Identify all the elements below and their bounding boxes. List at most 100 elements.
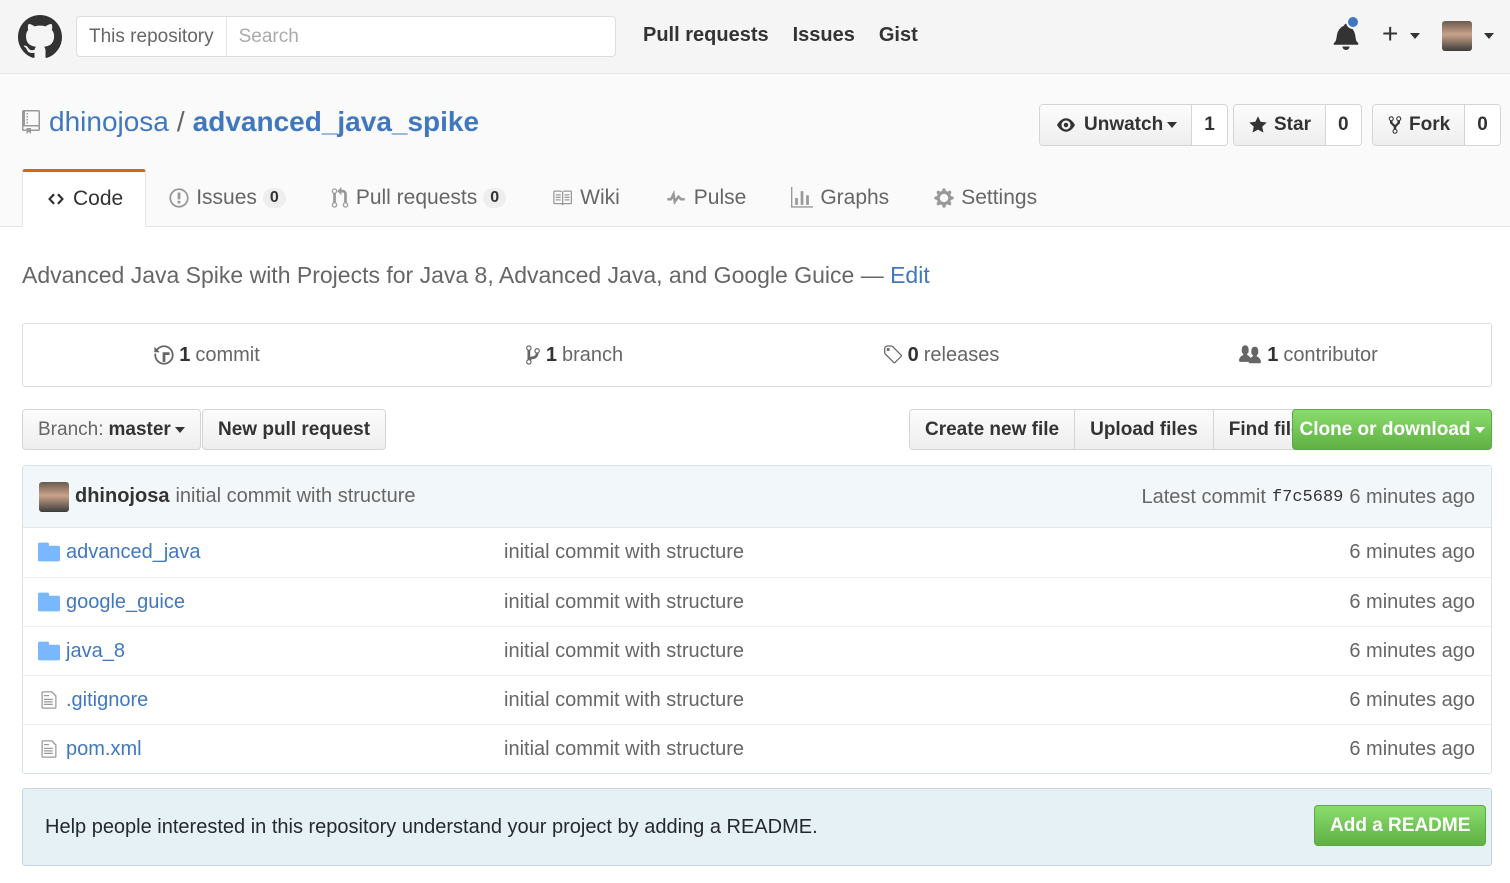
repo-owner-link[interactable]: dhinojosa [49, 106, 169, 138]
file-commit-message-link[interactable]: initial commit with structure [504, 591, 744, 614]
repo-name-link[interactable]: advanced_java_spike [193, 106, 479, 138]
branch-select-button[interactable]: Branch: master [22, 409, 201, 450]
pull-request-icon [331, 187, 349, 208]
file-age: 6 minutes ago [1349, 639, 1475, 662]
tab-pulse[interactable]: Pulse [642, 169, 769, 227]
watch-count[interactable]: 1 [1191, 105, 1227, 145]
readme-prompt-text: Help people interested in this repositor… [45, 816, 818, 838]
top-nav: Pull requests Issues Gist [643, 24, 918, 47]
folder-icon [38, 542, 60, 562]
gear-icon [934, 188, 954, 208]
file-commit-message-link[interactable]: initial commit with structure [504, 541, 744, 564]
description-dash: — [860, 262, 884, 288]
tab-label: Pulse [693, 186, 747, 209]
file-commit-message-link[interactable]: initial commit with structure [504, 689, 744, 712]
add-readme-button[interactable]: Add a README [1314, 805, 1487, 846]
history-icon [154, 345, 174, 365]
tab-issues[interactable]: Issues 0 [146, 169, 308, 227]
clone-label: Clone or download [1299, 418, 1471, 440]
commits-label: commit [195, 343, 260, 366]
chevron-down-icon[interactable] [1410, 33, 1420, 39]
pulse-icon [667, 190, 685, 205]
graph-icon [791, 187, 814, 208]
folder-icon [38, 641, 60, 661]
search-box: This repository [76, 16, 616, 57]
unwatch-button[interactable]: Unwatch [1040, 105, 1192, 145]
avatar[interactable] [39, 481, 69, 512]
nav-issues[interactable]: Issues [793, 24, 855, 47]
tab-code[interactable]: Code [22, 169, 147, 227]
unwatch-label: Unwatch [1084, 114, 1164, 135]
github-logo-icon[interactable] [18, 15, 62, 59]
file-rows: advanced_javainitial commit with structu… [23, 528, 1491, 773]
upload-files-button[interactable]: Upload files [1074, 410, 1213, 449]
tab-label: Wiki [580, 186, 620, 209]
table-row: pom.xml initial commit with structure 6 mi… [23, 724, 1491, 773]
search-input[interactable] [226, 17, 615, 56]
chevron-down-icon[interactable] [1484, 33, 1494, 39]
commit-author-link[interactable]: dhinojosa [75, 485, 169, 508]
tag-icon [883, 345, 902, 364]
file-age: 6 minutes ago [1349, 737, 1475, 760]
unread-indicator [1346, 15, 1360, 29]
file-name-link[interactable]: pom.xml [66, 738, 142, 761]
commit-age: 6 minutes ago [1349, 485, 1475, 508]
releases-label: releases [923, 343, 1000, 366]
create-new-file-button[interactable]: Create new file [910, 410, 1075, 449]
issue-opened-icon [169, 188, 189, 208]
pull-requests-count-badge: 0 [483, 188, 507, 208]
tab-label: Code [73, 187, 124, 210]
releases-summary[interactable]: 0 releases [757, 324, 1124, 386]
repo-tabs: Code Issues 0 Pull requests 0 Wiki Pulse… [22, 169, 1059, 227]
latest-commit-info: Latest commit f7c5689 6 minutes ago [1141, 466, 1475, 528]
contributors-summary[interactable]: 1 contributor [1124, 324, 1491, 386]
star-count[interactable]: 0 [1324, 105, 1361, 145]
file-name-link[interactable]: google_guice [66, 591, 185, 614]
commit-sha-link[interactable]: f7c5689 [1272, 488, 1343, 507]
nav-pull-requests[interactable]: Pull requests [643, 24, 769, 47]
new-pull-request-button[interactable]: New pull request [202, 409, 387, 450]
file-listing: dhinojosa initial commit with structure … [22, 465, 1492, 774]
repo-icon [22, 110, 40, 134]
commit-message-link[interactable]: initial commit with structure [175, 485, 415, 508]
table-row: google_guice initial commit with structur… [23, 577, 1491, 626]
file-commit-message-link[interactable]: initial commit with structure [504, 640, 744, 663]
description-text: Advanced Java Spike with Projects for Ja… [22, 262, 855, 288]
top-header: This repository Pull requests Issues Gis… [0, 0, 1510, 74]
file-age: 6 minutes ago [1349, 541, 1475, 563]
star-button[interactable]: Star [1234, 105, 1325, 145]
user-avatar[interactable] [1442, 21, 1472, 51]
branches-summary[interactable]: 1 branch [390, 324, 757, 386]
branch-icon [525, 345, 540, 365]
file-text-icon [41, 740, 57, 758]
tab-label: Graphs [820, 186, 890, 209]
repo-title: dhinojosa / advanced_java_spike [22, 106, 479, 138]
branches-count: 1 [545, 343, 557, 366]
latest-commit-bar: dhinojosa initial commit with structure … [23, 466, 1491, 528]
tab-wiki[interactable]: Wiki [528, 169, 642, 227]
releases-count: 0 [907, 343, 919, 366]
clone-or-download-button[interactable]: Clone or download [1292, 409, 1492, 450]
path-separator: / [176, 106, 185, 137]
tab-pull-requests[interactable]: Pull requests 0 [308, 169, 528, 227]
tab-label: Settings [961, 186, 1038, 209]
nav-gist[interactable]: Gist [879, 24, 918, 47]
branch-name: master [108, 418, 171, 440]
code-icon [48, 193, 64, 205]
organization-icon [1239, 345, 1262, 364]
file-name-link[interactable]: java_8 [66, 640, 125, 663]
fork-button[interactable]: Fork [1373, 105, 1465, 145]
create-new-plus-icon[interactable]: + [1382, 20, 1398, 48]
file-commit-message-link[interactable]: initial commit with structure [504, 738, 744, 761]
watch-group: Unwatch 1 [1039, 104, 1228, 146]
tab-settings[interactable]: Settings [911, 169, 1059, 227]
file-age: 6 minutes ago [1349, 590, 1475, 613]
fork-count[interactable]: 0 [1464, 105, 1500, 145]
edit-description-link[interactable]: Edit [890, 262, 930, 288]
repo-description: Advanced Java Spike with Projects for Ja… [22, 262, 930, 289]
numbers-summary: 1 commit 1 branch 0 releases 1 contribut… [22, 323, 1492, 387]
commits-summary[interactable]: 1 commit [23, 324, 390, 386]
file-name-link[interactable]: advanced_java [66, 541, 201, 564]
tab-graphs[interactable]: Graphs [768, 169, 911, 227]
file-name-link[interactable]: .gitignore [66, 689, 148, 712]
